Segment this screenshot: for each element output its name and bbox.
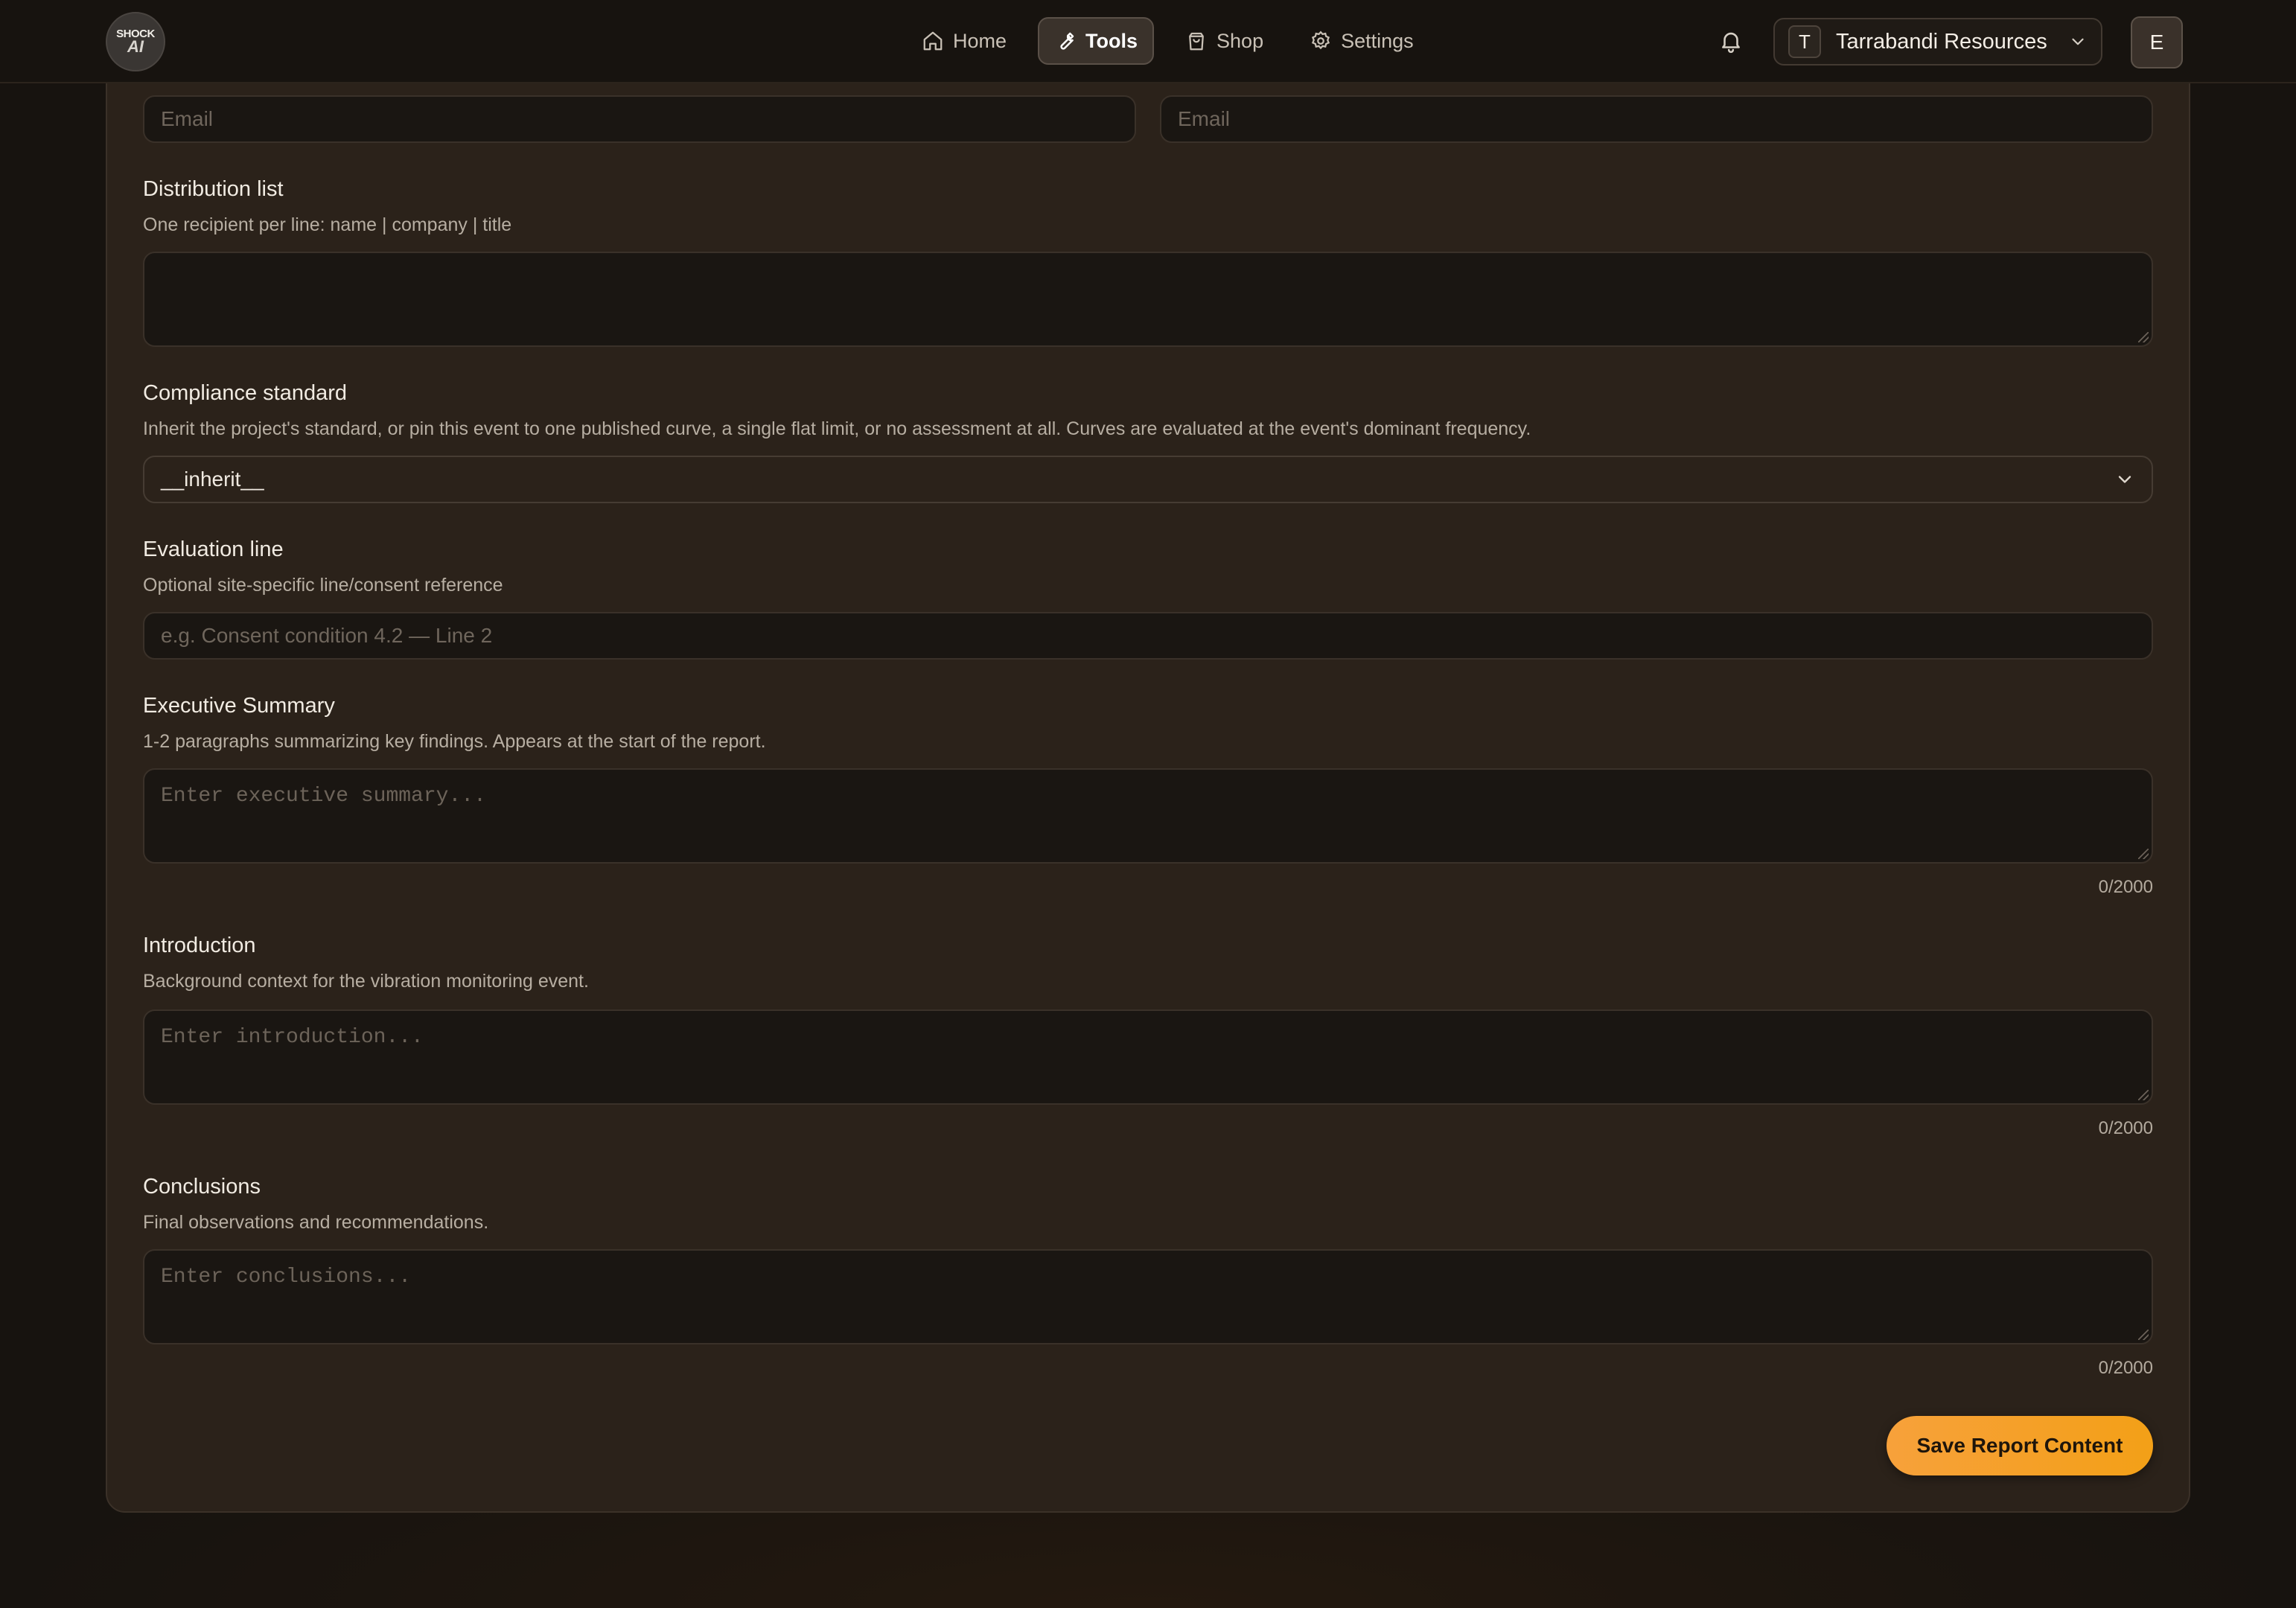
introduction-counter: 0/2000 [2098, 1118, 2153, 1138]
email-right-placeholder: Email [1178, 107, 1231, 130]
conclusions-placeholder: Enter conclusions... [161, 1266, 412, 1289]
introduction-placeholder: Enter introduction... [161, 1026, 424, 1049]
home-icon [923, 31, 943, 51]
distribution-list-help: One recipient per line: name | company |… [143, 214, 512, 235]
organization-switcher[interactable]: T Tarrabandi Resources [1773, 18, 2102, 66]
executive-summary-counter: 0/2000 [2098, 877, 2153, 897]
bell-icon[interactable] [1718, 28, 1744, 54]
main-nav: Home Tools Shop Settings [907, 16, 1429, 66]
wrench-icon [1060, 32, 1074, 50]
nav-home[interactable]: Home [907, 17, 1021, 65]
introduction-label: Introduction [143, 934, 256, 957]
distribution-list-textarea[interactable] [143, 252, 2153, 347]
resize-handle[interactable] [2138, 849, 2149, 859]
conclusions-textarea[interactable]: Enter conclusions... [143, 1249, 2153, 1344]
compliance-selected-value: __inherit__ [161, 468, 264, 491]
executive-summary-textarea[interactable]: Enter executive summary... [143, 768, 2153, 864]
save-report-content-button[interactable]: Save Report Content [1887, 1416, 2153, 1475]
compliance-standard-select[interactable]: __inherit__ [143, 456, 2153, 503]
distribution-list-label: Distribution list [143, 177, 284, 201]
chevron-down-icon [2118, 476, 2131, 483]
compliance-standard-help: Inherit the project's standard, or pin t… [143, 418, 1531, 439]
introduction-textarea[interactable]: Enter introduction... [143, 1009, 2153, 1105]
resize-handle[interactable] [2138, 1090, 2149, 1100]
app-logo[interactable]: SHOCK AI [106, 12, 165, 71]
org-name: Tarrabandi Resources [1836, 29, 2047, 54]
top-navigation-bar: SHOCK AI Home Tools Shop Settings T Tarr… [0, 0, 2296, 83]
conclusions-counter: 0/2000 [2098, 1358, 2153, 1378]
nav-settings[interactable]: Settings [1295, 17, 1429, 65]
executive-summary-help: 1-2 paragraphs summarizing key findings.… [143, 731, 766, 752]
gear-icon [1312, 31, 1330, 50]
nav-settings-label: Settings [1341, 29, 1414, 52]
nav-shop-label: Shop [1216, 29, 1264, 52]
nav-tools-label: Tools [1085, 29, 1138, 52]
compliance-standard-label: Compliance standard [143, 381, 348, 405]
evaluation-line-label: Evaluation line [143, 537, 284, 561]
evaluation-line-input[interactable]: e.g. Consent condition 4.2 — Line 2 [143, 612, 2153, 660]
resize-handle[interactable] [2138, 332, 2149, 342]
email-field-left[interactable]: Email [143, 95, 1136, 143]
email-left-placeholder: Email [161, 107, 214, 130]
resize-handle[interactable] [2138, 1330, 2149, 1340]
introduction-help: Background context for the vibration mon… [143, 971, 589, 992]
logo-text-bottom: AI [127, 36, 144, 56]
conclusions-label: Conclusions [143, 1175, 261, 1199]
evaluation-line-placeholder: e.g. Consent condition 4.2 — Line 2 [161, 624, 493, 647]
conclusions-help: Final observations and recommendations. [143, 1212, 489, 1233]
nav-home-label: Home [953, 29, 1007, 52]
nav-shop[interactable]: Shop [1170, 17, 1278, 65]
nav-tools[interactable]: Tools [1038, 17, 1155, 65]
executive-summary-label: Executive Summary [143, 694, 335, 718]
executive-summary-placeholder: Enter executive summary... [161, 785, 486, 808]
user-avatar[interactable]: E [2131, 16, 2183, 68]
evaluation-line-help: Optional site-specific line/consent refe… [143, 575, 503, 596]
org-initial-badge: T [1788, 25, 1821, 58]
chevron-down-icon [2072, 38, 2084, 45]
email-field-right[interactable]: Email [1160, 95, 2153, 143]
shopping-bag-icon [1189, 32, 1204, 51]
